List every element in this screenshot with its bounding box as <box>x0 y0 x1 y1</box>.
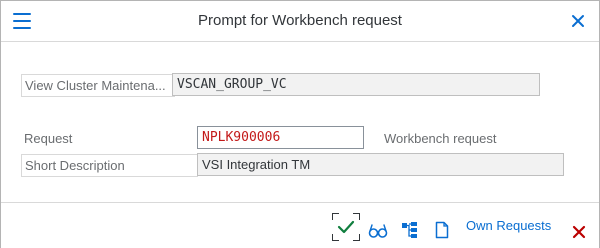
glasses-icon[interactable] <box>368 219 388 243</box>
dialog-footer: Own Requests <box>1 202 599 248</box>
close-icon[interactable] <box>570 13 586 29</box>
dialog-title: Prompt for Workbench request <box>198 12 402 29</box>
request-type-text: Workbench request <box>384 131 497 146</box>
view-cluster-field: VSCAN_GROUP_VC <box>172 73 540 96</box>
view-cluster-label: View Cluster Maintena... <box>21 74 175 97</box>
short-description-label: Short Description <box>21 154 198 177</box>
cancel-icon[interactable] <box>572 220 586 244</box>
document-icon[interactable] <box>435 218 449 242</box>
confirm-button[interactable] <box>332 213 360 241</box>
short-description-field: VSI Integration TM <box>197 153 564 176</box>
dialog-content: View Cluster Maintena... VSCAN_GROUP_VC … <box>1 42 599 202</box>
workbench-request-dialog: Prompt for Workbench request View Cluste… <box>0 0 600 248</box>
dialog-header: Prompt for Workbench request <box>1 1 599 42</box>
own-requests-button[interactable]: Own Requests <box>466 218 551 233</box>
request-label: Request <box>24 131 73 146</box>
hierarchy-icon[interactable] <box>401 218 419 242</box>
request-input[interactable]: NPLK900006 <box>197 126 364 149</box>
